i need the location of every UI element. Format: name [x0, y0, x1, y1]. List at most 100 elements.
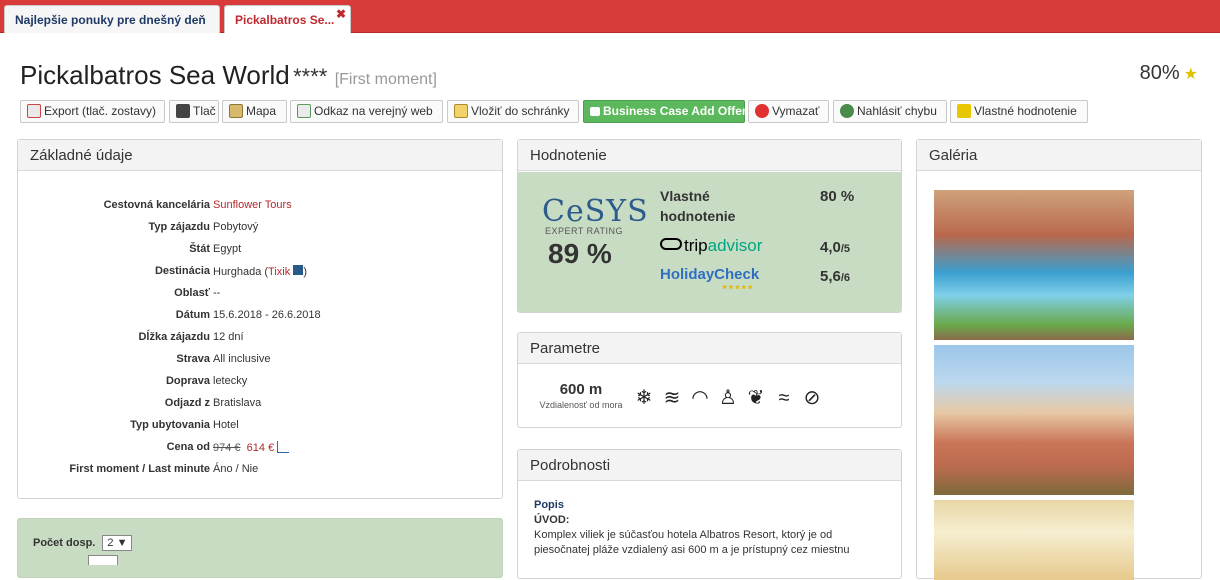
field-value: Pobytový	[213, 221, 259, 233]
panel-title: Základné údaje	[18, 140, 502, 171]
field-label: Oblasť	[174, 287, 210, 299]
cesys-logo: CeSYS	[542, 194, 649, 229]
page-title: Pickalbatros Sea World **** [First momen…	[20, 60, 437, 91]
cesys-score: 89 %	[548, 238, 612, 269]
list-item: Štát Egypt	[18, 240, 502, 262]
field-label: Destinácia	[154, 265, 210, 277]
tripadvisor-value: 4,0	[820, 239, 841, 256]
field-label: Cestovná kancelária	[103, 199, 210, 211]
list-item: Cestovná kancelária Sunflower Tours	[18, 196, 502, 218]
tennis-icon: ⊘	[803, 387, 821, 409]
tripadvisor-logo-text: advisor	[707, 236, 763, 255]
business-label: Business Case Add Offer	[603, 104, 747, 118]
field-label: Typ zájazdu	[148, 221, 210, 233]
holidaycheck-score: 5,6/6	[820, 268, 850, 285]
moment-badge: [First moment]	[334, 71, 437, 88]
gallery-panel: Galéria	[916, 139, 1202, 580]
details-content: Popis ÚVOD: Komplex viliek je súčasťou h…	[534, 498, 864, 558]
panel-title: Podrobnosti	[518, 450, 901, 481]
rating-panel: Hodnotenie CeSYS EXPERT RATING 89 % Vlas…	[517, 139, 902, 313]
family-icon: ♙	[719, 387, 737, 409]
field-value: Egypt	[213, 243, 242, 255]
holidaycheck-max: /6	[840, 272, 851, 284]
gallery-photo[interactable]	[934, 345, 1134, 495]
list-item: Odjazd z Bratislava	[18, 394, 502, 416]
persons-select[interactable]: 2 ▼	[102, 535, 133, 551]
air-conditioning-icon: ❄	[635, 387, 653, 409]
star-icon	[957, 104, 971, 118]
field-value: All inclusive	[213, 353, 271, 365]
score-value: 80%	[1139, 62, 1180, 84]
tab-label: Najlepšie ponuky pre dnešný deň	[15, 13, 206, 27]
tab-best-offers[interactable]: Najlepšie ponuky pre dnešný deň	[4, 5, 220, 33]
field-label: Typ ubytovania	[130, 419, 210, 431]
tixik-icon[interactable]	[293, 265, 304, 275]
delete-button[interactable]: Vymazať	[748, 100, 829, 123]
field-label: First moment / Last minute	[69, 463, 210, 475]
business-case-button[interactable]: Business Case Add Offer	[583, 100, 747, 123]
gallery-photo[interactable]	[934, 190, 1134, 340]
details-panel: Podrobnosti Popis ÚVOD: Komplex viliek j…	[517, 449, 902, 579]
list-item: Dátum 15.6.2018 - 26.6.2018	[18, 306, 502, 328]
field-value: Áno / Nie	[213, 463, 259, 475]
field-value: Bratislava	[213, 397, 262, 409]
close-icon[interactable]: ✖	[336, 7, 346, 21]
print-button[interactable]: Tlač	[169, 100, 219, 123]
gallery-photo[interactable]	[934, 500, 1134, 580]
tripadvisor-logo: tripadvisor	[660, 236, 762, 256]
field-label: Dátum	[175, 309, 210, 321]
basic-data-list: Cestovná kancelária Sunflower Tours Typ …	[18, 196, 502, 482]
export-button[interactable]: Export (tlač. zostavy)	[20, 100, 165, 123]
agency-link[interactable]: Sunflower Tours	[213, 199, 292, 211]
link-label: Odkaz na verejný web	[314, 104, 433, 118]
old-price: 974 €	[213, 442, 241, 454]
report-label: Nahlásiť chybu	[857, 104, 937, 118]
printer-icon	[176, 104, 190, 118]
tab-hotel[interactable]: Pickalbatros Se... ✖	[224, 5, 351, 33]
link-icon	[297, 104, 311, 118]
hotel-stars: ****	[293, 64, 328, 89]
field-label: Odjazd z	[164, 397, 210, 409]
own-rating-button[interactable]: Vlastné hodnotenie	[950, 100, 1088, 123]
list-item: First moment / Last minute Áno / Nie	[18, 460, 502, 482]
list-item: Destinácia Hurghada (Tixik )	[18, 262, 502, 284]
map-label: Mapa	[246, 104, 277, 118]
hotel-name: Pickalbatros Sea World	[20, 60, 290, 90]
clipboard-button[interactable]: Vložiť do schránky	[447, 100, 579, 123]
cesys-subtitle: EXPERT RATING	[545, 226, 624, 236]
list-item: Dĺžka zájazdu 12 dní	[18, 328, 502, 350]
owl-icon	[660, 238, 682, 250]
own-rating-label: Vlastné hodnotenie	[974, 104, 1077, 118]
folder-icon	[454, 104, 468, 118]
destination-tail: )	[303, 266, 307, 278]
report-bug-button[interactable]: Nahlásiť chybu	[833, 100, 947, 123]
panel-title: Parametre	[518, 333, 901, 364]
holidaycheck-stars-icon: ★★★★★	[722, 285, 754, 291]
list-item: Doprava letecky	[18, 372, 502, 394]
list-item: Strava All inclusive	[18, 350, 502, 372]
public-link-button[interactable]: Odkaz na verejný web	[290, 100, 443, 123]
delete-label: Vymazať	[772, 104, 820, 118]
field-value: 12 dní	[213, 331, 244, 343]
price-chart-icon[interactable]	[277, 441, 290, 453]
destination-text: Hurghada (	[213, 266, 269, 278]
rating-body: CeSYS EXPERT RATING 89 % Vlastné hodnote…	[518, 172, 901, 312]
holidaycheck-logo: HolidayCheck ★★★★★	[660, 266, 759, 291]
sea-distance: 600 m Vzdialenosť od mora	[534, 381, 628, 410]
pool-icon: ≋	[663, 387, 681, 409]
details-text: Komplex viliek je súčasťou hotela Albatr…	[534, 529, 850, 556]
tixik-link[interactable]: Tixik	[268, 266, 290, 278]
field-label: Strava	[176, 353, 210, 365]
overall-score: 80% ★	[1140, 62, 1198, 85]
own-rating-label-line: hodnotenie	[660, 208, 736, 224]
tripadvisor-logo-text: trip	[684, 236, 708, 255]
list-item: Cena od 974 € 614 €	[18, 438, 502, 460]
star-icon: ★	[1183, 66, 1198, 83]
export-label: Export (tlač. zostavy)	[44, 104, 157, 118]
sea-distance-label: Vzdialenosť od mora	[539, 400, 623, 410]
field-value: 15.6.2018 - 26.6.2018	[213, 309, 321, 321]
field-value: letecky	[213, 375, 248, 387]
field-label: Cena od	[166, 441, 210, 453]
map-button[interactable]: Mapa	[222, 100, 287, 123]
amenities-icons: ❄ ≋ ◠ ♙ ❦ ≈ ⊘	[630, 385, 826, 410]
